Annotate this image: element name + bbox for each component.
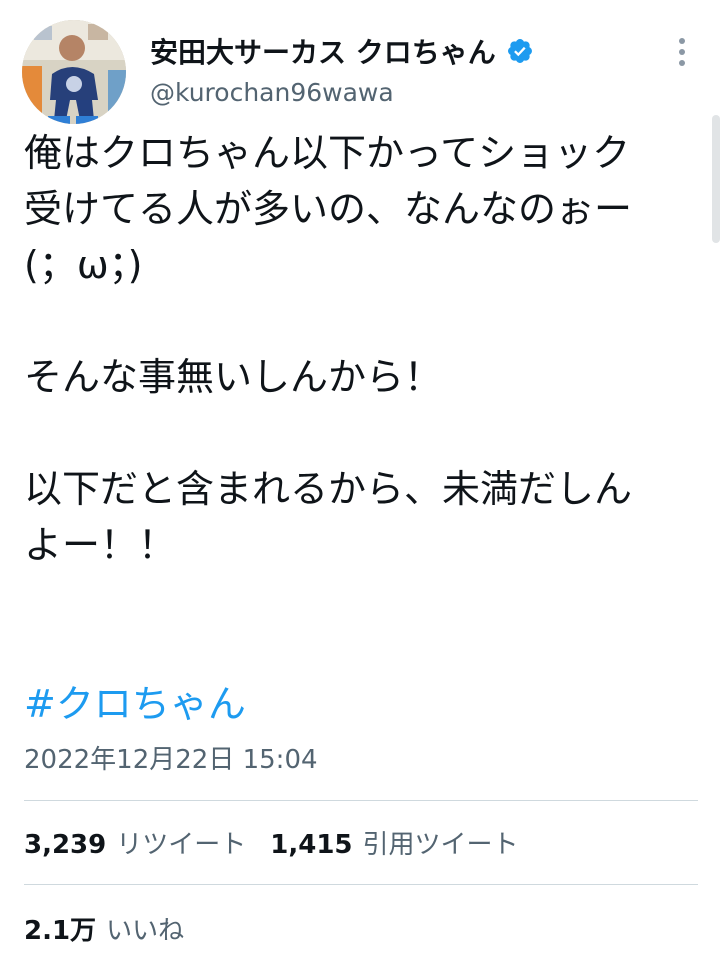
more-options-icon[interactable] [662, 30, 702, 74]
scrollbar-thumb[interactable] [712, 115, 720, 243]
divider [24, 800, 698, 801]
like-stat[interactable]: 2.1万 いいね [24, 910, 184, 947]
quote-tweet-stat[interactable]: 1,415 引用ツイート [270, 824, 518, 861]
tweet-detail: 安田大サーカス クロちゃん @kurochan96wawa 俺はクロちゃん以下か… [0, 0, 720, 970]
tweet-timestamp[interactable]: 2022年12月22日 15:04 [24, 742, 318, 778]
retweet-stat[interactable]: 3,239 リツイート [24, 824, 246, 861]
quote-tweet-label: 引用ツイート [362, 830, 519, 860]
engagement-stats-row: 3,239 リツイート 1,415 引用ツイート [24, 824, 543, 861]
tweet-line: 以下だと含まれるから、未満だしん [24, 467, 633, 511]
likes-stats-row: 2.1万 いいね [24, 910, 208, 947]
tweet-line: そんな事無いしんから！ [24, 355, 443, 399]
like-count: 2.1万 [24, 916, 97, 946]
retweet-label: リツイート [116, 830, 247, 860]
author-handle[interactable]: @kurochan96wawa [150, 78, 394, 107]
more-dot [679, 38, 685, 44]
tweet-line: (；ω；) [24, 243, 143, 287]
tweet-text: 俺はクロちゃん以下かってショック 受けてる人が多いの、なんなのぉー (；ω；) … [24, 125, 704, 573]
more-dot [679, 60, 685, 66]
hashtag-link[interactable]: #クロちゃん [24, 676, 246, 732]
tweet-line: 受けてる人が多いの、なんなのぉー [24, 187, 633, 231]
tweet-line: 俺はクロちゃん以下かってショック [24, 131, 631, 175]
like-label: いいね [106, 916, 185, 946]
verified-badge-icon [507, 39, 532, 63]
retweet-count: 3,239 [24, 830, 107, 860]
tweet-line: よー！！ [24, 523, 177, 567]
divider [24, 884, 698, 885]
more-dot [679, 49, 685, 55]
author-name-row[interactable]: 安田大サーカス クロちゃん [150, 30, 534, 72]
author-display-name[interactable]: 安田大サーカス クロちゃん [150, 31, 496, 71]
quote-tweet-count: 1,415 [270, 830, 353, 860]
avatar-photo [22, 20, 126, 124]
avatar[interactable] [22, 20, 126, 124]
